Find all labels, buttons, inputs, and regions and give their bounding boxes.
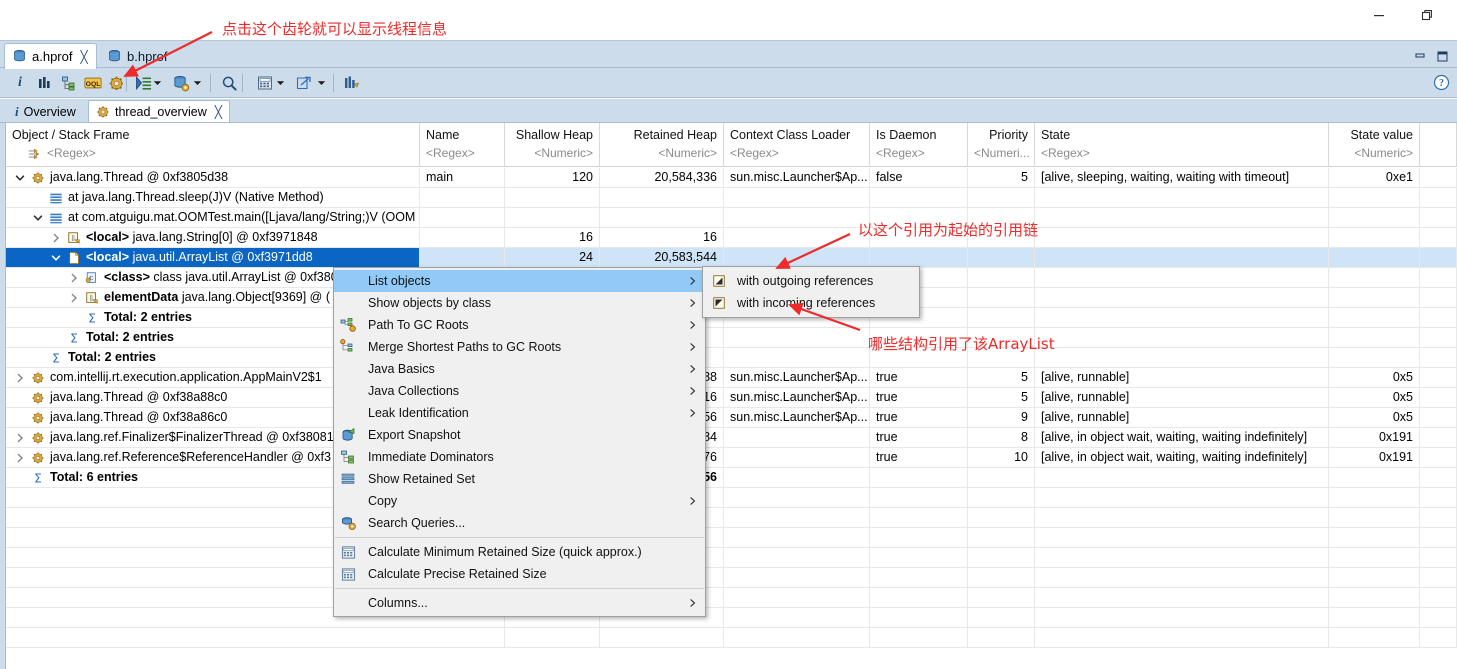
annotation-gear-hint: 点击这个齿轮就可以显示线程信息	[222, 20, 448, 38]
arrow-to-incoming	[788, 302, 861, 332]
annotation-reference-chain: 以这个引用为起始的引用链	[858, 221, 1039, 239]
annotation-who-refs: 哪些结构引用了该ArrayList	[868, 335, 1055, 353]
arrow-to-outgoing	[775, 233, 851, 269]
arrow-to-gear	[123, 31, 213, 77]
mat-application-window: a.hprof ╳ b.hprof i OQL ? i Overview thr…	[0, 0, 1457, 669]
annotation-arrows	[123, 31, 861, 332]
